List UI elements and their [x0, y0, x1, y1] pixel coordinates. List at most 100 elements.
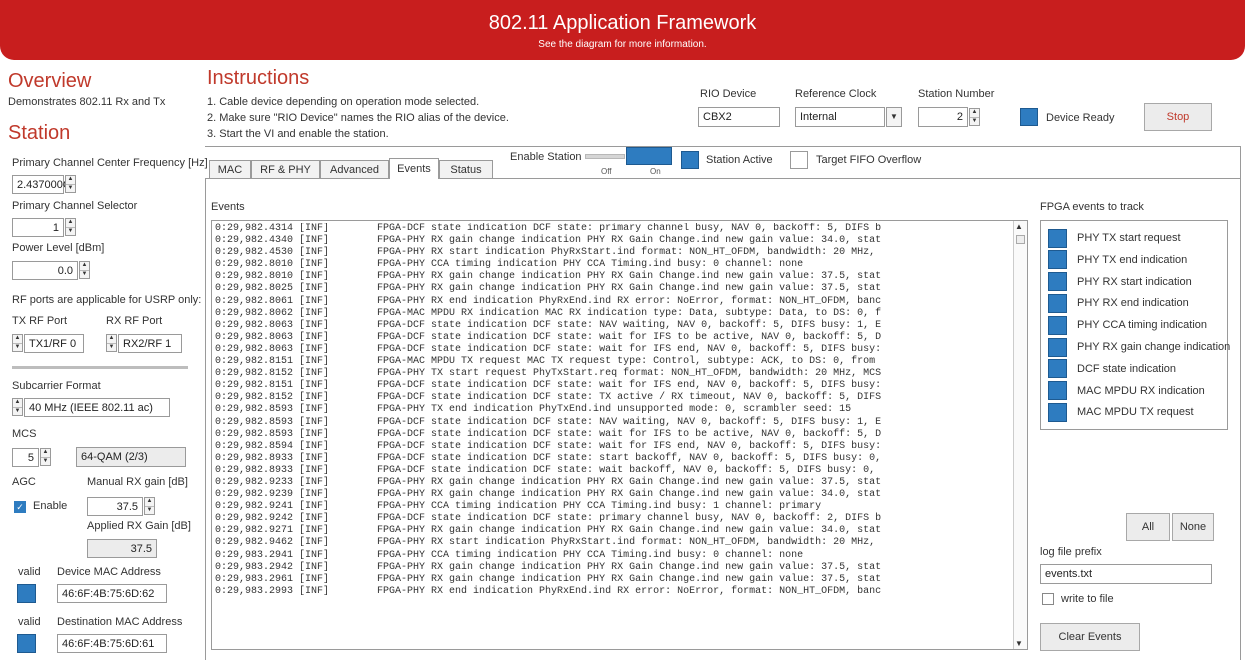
panel-left-border	[205, 178, 206, 660]
tab-events[interactable]: Events	[389, 158, 439, 179]
log-line: 0:29,982.8593 [INF] FPGA-DCF state indic…	[215, 416, 882, 428]
dest-mac-valid-label: valid	[18, 616, 41, 628]
clear-events-button[interactable]: Clear Events	[1040, 623, 1140, 651]
applied-rx-gain-label: Applied RX Gain [dB]	[87, 520, 191, 532]
fpga-event-item[interactable]: PHY TX end indication	[1048, 250, 1187, 270]
tab-status[interactable]: Status	[439, 160, 493, 178]
fpga-event-label: PHY CCA timing indication	[1077, 319, 1208, 332]
log-line: 0:29,982.8061 [INF] FPGA-PHY RX end indi…	[215, 295, 882, 307]
log-line: 0:29,983.2993 [INF] FPGA-PHY RX end indi…	[215, 585, 882, 597]
log-line: 0:29,982.8062 [INF] FPGA-MAC MPDU RX ind…	[215, 307, 882, 319]
dest-mac-input[interactable]: 46:6F:4B:75:6D:61	[57, 634, 167, 653]
manual-rx-gain-stepper[interactable]: ▲ ▼	[144, 497, 155, 515]
fpga-event-item[interactable]: PHY RX end indication	[1048, 293, 1189, 313]
fpga-event-toggle-icon[interactable]	[1048, 228, 1067, 248]
agc-enable-checkbox[interactable]: ✓	[14, 501, 26, 513]
log-line: 0:29,982.9271 [INF] FPGA-PHY RX gain cha…	[215, 525, 882, 537]
fpga-event-item[interactable]: PHY CCA timing indication	[1048, 315, 1207, 335]
log-file-prefix-input[interactable]: events.txt	[1040, 564, 1212, 584]
stop-button[interactable]: Stop	[1144, 103, 1212, 131]
fpga-event-item[interactable]: MAC MPDU TX request	[1048, 402, 1194, 422]
power-level-label: Power Level [dBm]	[12, 242, 105, 254]
mcs-input[interactable]: 5	[12, 448, 39, 467]
fpga-event-item[interactable]: PHY RX start indication	[1048, 272, 1192, 292]
fpga-event-toggle-icon[interactable]	[1048, 381, 1067, 401]
fpga-event-toggle-icon[interactable]	[1048, 315, 1067, 335]
events-log-scrollbar[interactable]: ▲ ▼	[1013, 221, 1027, 649]
primary-channel-input[interactable]: 1	[12, 218, 64, 237]
log-line: 0:29,982.9242 [INF] FPGA-DCF state indic…	[215, 513, 882, 525]
log-line: 0:29,982.8010 [INF] FPGA-PHY CCA timing …	[215, 259, 804, 271]
log-line: 0:29,983.2942 [INF] FPGA-PHY RX gain cha…	[215, 561, 882, 573]
mcs-stepper[interactable]: ▲ ▼	[40, 448, 51, 466]
power-level-stepper[interactable]: ▲ ▼	[79, 261, 90, 279]
select-none-button[interactable]: None	[1172, 513, 1214, 541]
tab-rf-phy[interactable]: RF & PHY	[251, 160, 320, 178]
write-to-file-checkbox[interactable]	[1042, 593, 1054, 605]
station-number-input[interactable]: 2	[918, 107, 968, 127]
tab-mac[interactable]: MAC	[209, 160, 251, 178]
scroll-up-icon[interactable]: ▲	[1015, 222, 1023, 231]
manual-rx-gain-label: Manual RX gain [dB]	[87, 476, 188, 488]
device-mac-label: Device MAC Address	[57, 566, 161, 578]
fpga-event-item[interactable]: MAC MPDU RX indication	[1048, 381, 1205, 401]
reference-clock-select[interactable]: Internal	[795, 107, 885, 127]
fpga-event-item[interactable]: DCF state indication	[1048, 359, 1176, 379]
section-divider	[12, 366, 188, 369]
fpga-event-toggle-icon[interactable]	[1048, 402, 1067, 422]
enable-station-toggle[interactable]	[626, 147, 672, 165]
log-line: 0:29,982.9462 [INF] FPGA-PHY RX start in…	[215, 537, 876, 549]
primary-channel-label: Primary Channel Selector	[12, 200, 138, 212]
subcarrier-format-select[interactable]: 40 MHz (IEEE 802.11 ac)	[24, 398, 170, 417]
agc-enable-label: Enable	[33, 500, 68, 512]
fpga-event-item[interactable]: PHY RX gain change indication	[1048, 337, 1230, 357]
rx-rf-port-stepper[interactable]: ▲ ▼	[106, 334, 117, 352]
primary-frequency-input[interactable]: 2.437000G	[12, 175, 71, 194]
fpga-event-toggle-icon[interactable]	[1048, 337, 1067, 357]
chevron-down-icon[interactable]: ▼	[886, 107, 902, 127]
subcarrier-format-stepper[interactable]: ▲ ▼	[12, 398, 23, 416]
station-title: Station	[8, 122, 71, 144]
log-line: 0:29,982.8594 [INF] FPGA-DCF state indic…	[215, 440, 882, 452]
log-line: 0:29,982.4340 [INF] FPGA-PHY RX gain cha…	[215, 235, 882, 247]
panel-right-border	[1240, 146, 1241, 660]
toggle-off-label: Off	[601, 167, 612, 176]
log-line: 0:29,982.8933 [INF] FPGA-DCF state indic…	[215, 452, 882, 464]
fpga-event-label: DCF state indication	[1077, 362, 1177, 375]
fpga-event-item[interactable]: PHY TX start request	[1048, 228, 1181, 248]
fpga-event-toggle-icon[interactable]	[1048, 293, 1067, 313]
scroll-thumb[interactable]	[1016, 235, 1025, 244]
scroll-down-icon[interactable]: ▼	[1015, 639, 1023, 648]
primary-frequency-label: Primary Channel Center Frequency [Hz]	[12, 157, 208, 169]
tx-rf-port-select[interactable]: TX1/RF 0	[24, 334, 84, 353]
rx-rf-port-select[interactable]: RX2/RF 1	[118, 334, 182, 353]
power-level-input[interactable]: 0.0	[12, 261, 78, 280]
tx-rf-port-stepper[interactable]: ▲ ▼	[12, 334, 23, 352]
primary-frequency-stepper[interactable]: ▲ ▼	[65, 175, 76, 193]
tab-advanced[interactable]: Advanced	[320, 160, 389, 178]
log-line: 0:29,982.8063 [INF] FPGA-DCF state indic…	[215, 319, 882, 331]
primary-channel-stepper[interactable]: ▲ ▼	[65, 218, 76, 236]
agc-label: AGC	[12, 476, 36, 488]
log-line: 0:29,982.8063 [INF] FPGA-DCF state indic…	[215, 343, 882, 355]
rio-device-input[interactable]: CBX2	[698, 107, 780, 127]
fpga-event-label: PHY RX end indication	[1077, 297, 1189, 310]
dest-mac-label: Destination MAC Address	[57, 616, 183, 628]
log-line: 0:29,982.4314 [INF] FPGA-DCF state indic…	[215, 223, 882, 234]
log-file-prefix-label: log file prefix	[1040, 546, 1102, 558]
rf-ports-note: RF ports are applicable for USRP only:	[12, 294, 202, 306]
fpga-event-toggle-icon[interactable]	[1048, 272, 1067, 292]
device-mac-input[interactable]: 46:6F:4B:75:6D:62	[57, 584, 167, 603]
tab-divider	[205, 178, 1241, 179]
log-line: 0:29,983.2941 [INF] FPGA-PHY CCA timing …	[215, 549, 804, 561]
manual-rx-gain-input[interactable]: 37.5	[87, 497, 143, 516]
events-log[interactable]: 0:29,982.4314 [INF] FPGA-DCF state indic…	[211, 220, 1028, 650]
station-active-label: Station Active	[706, 154, 773, 166]
fpga-event-toggle-icon[interactable]	[1048, 359, 1067, 379]
applied-rx-gain-display: 37.5	[87, 539, 157, 558]
fpga-event-toggle-icon[interactable]	[1048, 250, 1067, 270]
fpga-event-label: MAC MPDU RX indication	[1077, 384, 1205, 397]
select-all-button[interactable]: All	[1126, 513, 1170, 541]
station-number-stepper[interactable]: ▲ ▼	[969, 108, 980, 126]
reference-clock-label: Reference Clock	[795, 88, 877, 100]
